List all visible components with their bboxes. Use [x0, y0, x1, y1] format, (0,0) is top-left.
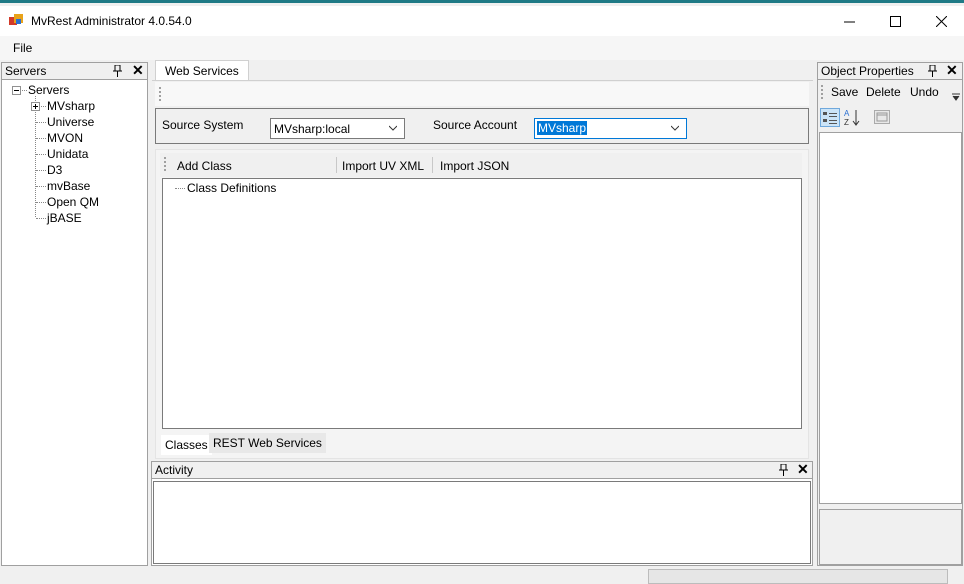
- application-window: MvRest Administrator 4.0.54.0 File Serve…: [0, 0, 964, 584]
- properties-panel-header: Object Properties ✕: [818, 62, 962, 80]
- toolbar-separator: [336, 157, 337, 173]
- tree-node-mvon[interactable]: MVON: [47, 131, 83, 145]
- servers-panel-title: Servers: [5, 64, 47, 78]
- close-button[interactable]: [918, 6, 964, 36]
- source-account-label: Source Account: [433, 118, 518, 132]
- activity-panel-header: Activity ✕: [152, 461, 812, 479]
- expand-icon[interactable]: [31, 102, 40, 111]
- tree-node-class-definitions[interactable]: Class Definitions: [187, 181, 276, 195]
- maximize-icon: [889, 15, 901, 27]
- object-properties-panel: Object Properties ✕ Save Delete Undo A Z: [817, 62, 963, 566]
- document-area: Source System MVsharp:local Source Accou…: [152, 80, 813, 461]
- property-pages-icon: [876, 112, 888, 122]
- source-account-select[interactable]: MVsharp: [534, 118, 687, 139]
- categorized-icon: [823, 112, 837, 124]
- close-panel-icon[interactable]: ✕: [132, 62, 144, 79]
- property-grid[interactable]: [819, 132, 962, 504]
- chevron-down-icon: [671, 125, 679, 131]
- property-description: [819, 509, 962, 565]
- minimize-button[interactable]: [826, 6, 872, 36]
- import-json-button[interactable]: Import JSON: [440, 159, 509, 173]
- class-definitions-tree[interactable]: Class Definitions: [162, 178, 802, 429]
- save-button[interactable]: Save: [831, 85, 858, 99]
- tree-node-unidata[interactable]: Unidata: [47, 147, 88, 161]
- progress-bar: [648, 569, 948, 584]
- classes-toolbar: Add Class Import UV XML Import JSON: [160, 153, 802, 177]
- source-system-select[interactable]: MVsharp:local: [270, 118, 405, 139]
- close-panel-icon[interactable]: ✕: [946, 62, 958, 79]
- import-uv-xml-button[interactable]: Import UV XML: [342, 159, 424, 173]
- toolbar-separator: [432, 157, 433, 173]
- tree-node-d3[interactable]: D3: [47, 163, 62, 177]
- servers-tree: Servers MVsharp Universe MVON Unidata D3…: [2, 81, 147, 565]
- title-bar: MvRest Administrator 4.0.54.0: [0, 6, 964, 36]
- overflow-chevron-icon[interactable]: [952, 93, 961, 101]
- tree-node-servers[interactable]: Servers: [28, 83, 69, 97]
- status-bar: [0, 566, 964, 584]
- tree-node-jbase[interactable]: jBASE: [47, 211, 82, 225]
- tree-node-openqm[interactable]: Open QM: [47, 195, 99, 209]
- pin-icon[interactable]: [779, 464, 789, 476]
- tree-node-mvsharp[interactable]: MVsharp: [47, 99, 95, 113]
- source-system-label: Source System: [162, 118, 244, 132]
- close-panel-icon[interactable]: ✕: [797, 461, 809, 478]
- properties-toolbar: Save Delete Undo: [818, 81, 962, 103]
- sort-alphabetical-icon: A Z: [844, 109, 860, 127]
- collapse-icon[interactable]: [12, 86, 21, 95]
- pin-icon[interactable]: [928, 65, 938, 77]
- menu-bar: File: [0, 36, 964, 60]
- close-icon: [935, 15, 947, 27]
- app-window-icon: [9, 14, 23, 25]
- maximize-button[interactable]: [872, 6, 918, 36]
- svg-text:Z: Z: [844, 118, 849, 127]
- pin-icon[interactable]: [113, 65, 123, 77]
- window-title: MvRest Administrator 4.0.54.0: [31, 14, 192, 28]
- categorized-button[interactable]: [820, 108, 840, 127]
- source-settings-group: Source System MVsharp:local Source Accou…: [155, 108, 809, 144]
- activity-panel: Activity ✕: [151, 461, 813, 566]
- alphabetical-button[interactable]: A Z: [843, 108, 863, 127]
- tab-rest-web-services[interactable]: REST Web Services: [209, 433, 326, 453]
- source-account-value: MVsharp: [537, 121, 588, 135]
- menu-file[interactable]: File: [13, 41, 32, 55]
- servers-panel-header: Servers ✕: [2, 62, 147, 80]
- activity-log[interactable]: [153, 481, 811, 564]
- tab-web-services[interactable]: Web Services: [155, 60, 249, 80]
- properties-panel-title: Object Properties: [821, 64, 914, 78]
- svg-text:A: A: [844, 109, 850, 118]
- chevron-down-icon: [389, 125, 397, 131]
- classes-panel: Add Class Import UV XML Import JSON Clas…: [155, 149, 809, 459]
- property-pages-button[interactable]: [874, 110, 890, 124]
- source-system-value: MVsharp:local: [274, 122, 351, 136]
- activity-panel-title: Activity: [155, 463, 194, 477]
- toolbar-grip[interactable]: [159, 87, 161, 101]
- toolbar-grip[interactable]: [164, 157, 166, 171]
- toolbar-grip[interactable]: [821, 85, 823, 99]
- delete-button[interactable]: Delete: [866, 85, 901, 99]
- tree-node-universe[interactable]: Universe: [47, 115, 94, 129]
- servers-panel: Servers ✕ Servers MVsharp Universe MVON …: [1, 62, 148, 566]
- minimize-icon: [843, 21, 855, 22]
- document-toolbar-strip: [155, 82, 809, 106]
- tree-node-mvbase[interactable]: mvBase: [47, 179, 90, 193]
- tab-classes[interactable]: Classes: [161, 435, 212, 455]
- add-class-button[interactable]: Add Class: [177, 159, 232, 173]
- undo-button[interactable]: Undo: [910, 85, 939, 99]
